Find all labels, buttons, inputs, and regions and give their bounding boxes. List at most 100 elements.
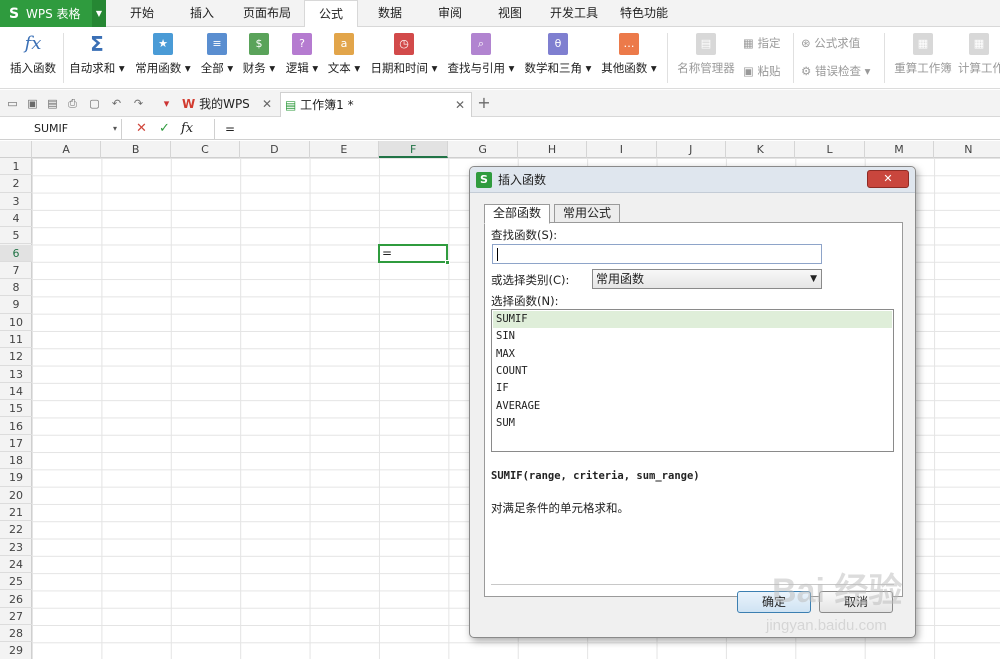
row-header-23[interactable]: 23 (0, 539, 32, 556)
calc-sheet-button[interactable]: ▦ 计算工作 (958, 30, 1000, 86)
logical-button[interactable]: ? 逻辑 ▾ (284, 30, 320, 86)
tab-formulas[interactable]: 公式 (304, 0, 358, 28)
define-name-button[interactable]: ▦ 指定 (743, 35, 781, 51)
row-header-17[interactable]: 17 (0, 435, 32, 453)
print-preview-icon[interactable]: ▢ (88, 97, 101, 110)
column-header-j[interactable]: J (657, 141, 726, 158)
row-header-16[interactable]: 16 (0, 418, 32, 435)
column-header-f[interactable]: F (379, 141, 449, 158)
common-functions-button[interactable]: ★ 常用函数 ▾ (134, 30, 192, 86)
chevron-down-icon[interactable]: ▾ (113, 119, 117, 139)
column-header-d[interactable]: D (240, 141, 310, 158)
row-header-24[interactable]: 24 (0, 556, 32, 574)
row-header-18[interactable]: 18 (0, 452, 32, 470)
category-select[interactable]: 常用函数 ▼ (592, 269, 822, 289)
row-header-29[interactable]: 29 (0, 642, 32, 659)
function-item-count[interactable]: COUNT (493, 363, 892, 380)
tab-insert[interactable]: 插入 (174, 0, 230, 27)
select-all-corner[interactable] (0, 141, 32, 158)
tab-review[interactable]: 审阅 (422, 0, 478, 27)
row-header-10[interactable]: 10 (0, 314, 32, 331)
export-pdf-icon[interactable]: ▤ (46, 97, 59, 110)
column-header-i[interactable]: I (587, 141, 657, 158)
row-header-4[interactable]: 4 (0, 210, 32, 228)
error-check-button[interactable]: ⚙ 错误检查 ▾ (801, 63, 870, 79)
column-header-a[interactable]: A (32, 141, 102, 158)
fill-handle[interactable] (445, 260, 450, 265)
row-header-21[interactable]: 21 (0, 504, 32, 522)
undo-icon[interactable]: ↶ (110, 97, 123, 110)
formula-input[interactable]: = (214, 119, 1000, 139)
lookup-reference-button[interactable]: ⌕ 查找与引用 ▾ (446, 30, 516, 86)
new-tab-plus-icon[interactable]: + (476, 95, 492, 111)
math-trig-button[interactable]: θ 数学和三角 ▾ (523, 30, 593, 86)
ok-button[interactable]: 确定 (737, 591, 811, 613)
dialog-title-bar[interactable]: S 插入函数 ✕ (470, 167, 915, 193)
text-functions-button[interactable]: a 文本 ▾ (326, 30, 362, 86)
redo-icon[interactable]: ↷ (132, 97, 145, 110)
row-header-27[interactable]: 27 (0, 608, 32, 626)
row-header-12[interactable]: 12 (0, 348, 32, 366)
other-functions-button[interactable]: … 其他函数 ▾ (600, 30, 658, 86)
tab-home[interactable]: 开始 (113, 0, 171, 27)
tab-view[interactable]: 视图 (482, 0, 538, 27)
row-header-19[interactable]: 19 (0, 469, 32, 487)
insert-function-button[interactable]: fx 插入函数 (8, 30, 58, 86)
row-header-5[interactable]: 5 (0, 227, 32, 245)
app-menu-button[interactable]: S WPS 表格 ▼ (0, 0, 106, 27)
function-item-average[interactable]: AVERAGE (493, 398, 892, 415)
function-item-if[interactable]: IF (493, 380, 892, 397)
confirm-check-icon[interactable]: ✓ (159, 120, 170, 138)
column-header-g[interactable]: G (448, 141, 518, 158)
recalc-workbook-button[interactable]: ▦ 重算工作簿 (892, 30, 954, 86)
tab-special[interactable]: 特色功能 (612, 0, 676, 27)
chevron-down-icon[interactable]: ▼ (810, 270, 817, 288)
function-item-sin[interactable]: SIN (493, 328, 892, 345)
row-header-14[interactable]: 14 (0, 383, 32, 401)
row-header-25[interactable]: 25 (0, 573, 32, 591)
search-function-input[interactable] (492, 244, 822, 264)
column-header-l[interactable]: L (795, 141, 865, 158)
column-header-k[interactable]: K (726, 141, 796, 158)
column-header-b[interactable]: B (101, 141, 171, 158)
close-icon[interactable]: ✕ (455, 93, 465, 117)
autosum-button[interactable]: Σ 自动求和 ▾ (68, 30, 126, 86)
column-header-h[interactable]: H (518, 141, 588, 158)
row-header-1[interactable]: 1 (0, 158, 32, 176)
row-header-6[interactable]: 6 (0, 244, 32, 262)
tab-common-formulas[interactable]: 常用公式 (554, 204, 621, 223)
function-list[interactable]: SUMIF SIN MAX COUNT IF AVERAGE SUM (491, 309, 894, 452)
function-item-sum[interactable]: SUM (493, 415, 892, 432)
function-item-max[interactable]: MAX (493, 346, 892, 363)
close-icon[interactable]: ✕ (867, 170, 909, 188)
tab-workbook[interactable]: ▤ 工作簿1 * ✕ (280, 92, 472, 117)
name-manager-button[interactable]: ▤ 名称管理器 (676, 30, 736, 86)
customize-icon[interactable]: ▾ (160, 97, 173, 110)
column-header-c[interactable]: C (171, 141, 241, 158)
row-header-26[interactable]: 26 (0, 591, 32, 608)
row-header-13[interactable]: 13 (0, 366, 32, 383)
column-header-n[interactable]: N (934, 141, 1000, 158)
tab-my-wps[interactable]: W 我的WPS ✕ (182, 92, 278, 117)
print-icon[interactable]: ⎙ (66, 97, 79, 110)
save-icon[interactable]: ▣ (26, 97, 39, 110)
row-header-2[interactable]: 2 (0, 175, 32, 193)
row-header-20[interactable]: 20 (0, 487, 32, 504)
tab-page-layout[interactable]: 页面布局 (232, 0, 302, 27)
row-header-3[interactable]: 3 (0, 193, 32, 210)
row-header-7[interactable]: 7 (0, 262, 32, 280)
column-header-m[interactable]: M (865, 141, 935, 158)
row-header-15[interactable]: 15 (0, 400, 32, 418)
row-header-22[interactable]: 22 (0, 521, 32, 539)
name-box[interactable]: SUMIF ▾ (0, 119, 122, 139)
tab-all-functions[interactable]: 全部函数 (484, 204, 551, 224)
tab-developer[interactable]: 开发工具 (542, 0, 606, 27)
row-header-28[interactable]: 28 (0, 625, 32, 643)
date-time-button[interactable]: ◷ 日期和时间 ▾ (370, 30, 438, 86)
cancel-button[interactable]: 取消 (819, 591, 893, 613)
open-icon[interactable]: ▭ (6, 97, 19, 110)
evaluate-formula-button[interactable]: ⊛ 公式求值 (801, 35, 860, 51)
active-cell-f6[interactable]: = (378, 244, 450, 265)
row-header-9[interactable]: 9 (0, 296, 32, 314)
all-functions-button[interactable]: ≡ 全部 ▾ (199, 30, 235, 86)
